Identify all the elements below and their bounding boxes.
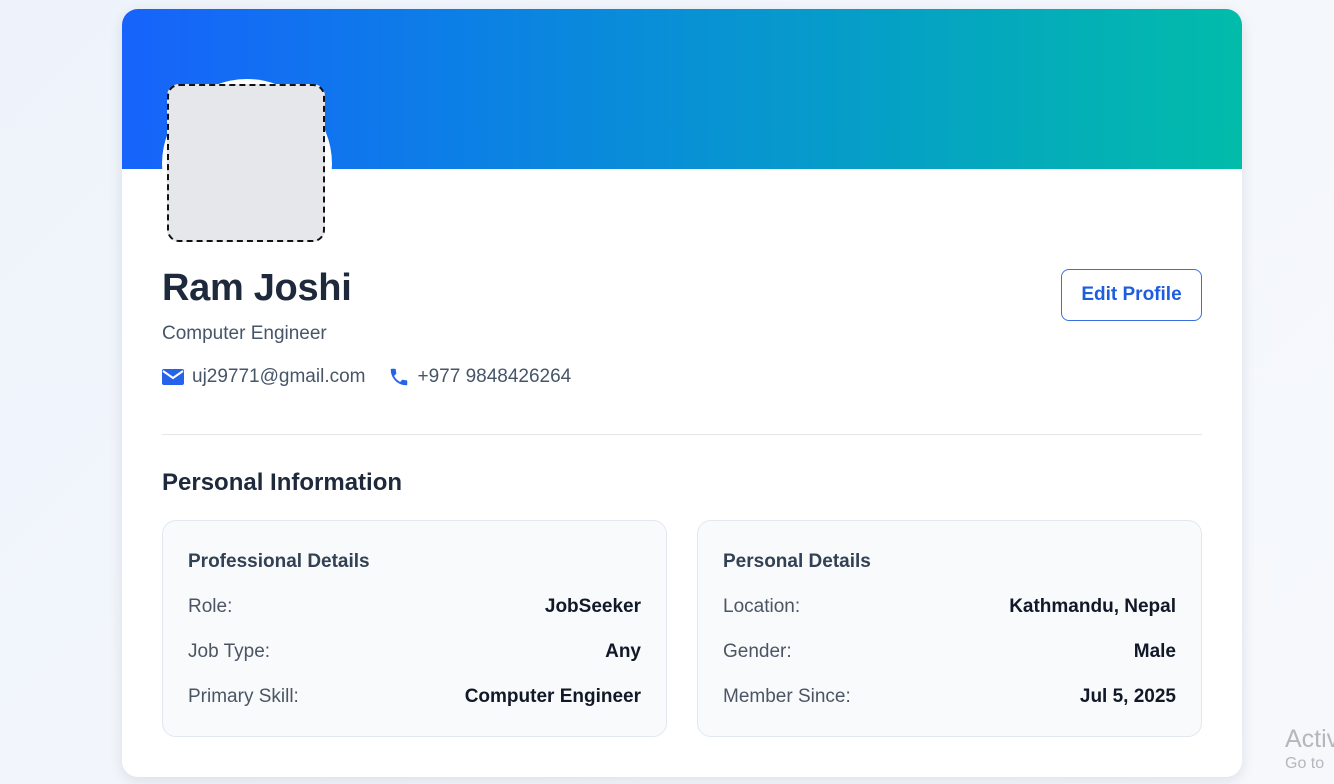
detail-row: Job Type: Any: [188, 641, 641, 663]
detail-value: Computer Engineer: [464, 686, 641, 707]
detail-value: Kathmandu, Nepal: [1009, 596, 1176, 617]
detail-label: Primary Skill:: [188, 686, 299, 707]
section-title: Personal Information: [162, 469, 403, 496]
profile-title: Computer Engineer: [162, 323, 327, 344]
mail-icon: [162, 369, 184, 385]
detail-row: Primary Skill: Computer Engineer: [188, 686, 641, 708]
detail-value: Any: [605, 641, 641, 662]
activation-watermark: Activ Go to: [1285, 724, 1334, 774]
phone-icon: [390, 368, 407, 386]
detail-value: JobSeeker: [544, 596, 641, 617]
phone-text: +977 9848426264: [417, 366, 572, 387]
watermark-line2: Go to: [1285, 755, 1325, 772]
watermark-line1: Activ: [1285, 725, 1334, 753]
edit-profile-button[interactable]: Edit Profile: [1061, 269, 1202, 321]
avatar[interactable]: [167, 84, 325, 242]
detail-row: Location: Kathmandu, Nepal: [723, 596, 1176, 618]
detail-label: Location:: [723, 596, 801, 617]
contact-email: uj29771@gmail.com: [162, 366, 366, 388]
profile-name: Ram Joshi: [162, 267, 352, 309]
contact-info: uj29771@gmail.com +977 9848426264: [162, 366, 593, 388]
detail-label: Gender:: [723, 641, 792, 662]
page: Ram Joshi Computer Engineer uj29771@gmai…: [0, 0, 1334, 784]
panel-title: Personal Details: [723, 551, 871, 572]
divider: [162, 434, 1202, 435]
detail-label: Member Since:: [723, 686, 851, 707]
personal-details-panel: Personal Details Location: Kathmandu, Ne…: [697, 520, 1202, 737]
detail-value: Male: [1133, 641, 1176, 662]
detail-row: Gender: Male: [723, 641, 1176, 663]
detail-row: Member Since: Jul 5, 2025: [723, 686, 1176, 708]
detail-row: Role: JobSeeker: [188, 596, 641, 618]
profile-card: Ram Joshi Computer Engineer uj29771@gmai…: [122, 9, 1242, 777]
professional-details-panel: Professional Details Role: JobSeeker Job…: [162, 520, 667, 737]
detail-label: Job Type:: [188, 641, 271, 662]
detail-label: Role:: [188, 596, 233, 617]
contact-phone: +977 9848426264: [388, 366, 572, 388]
email-text: uj29771@gmail.com: [192, 366, 366, 387]
detail-value: Jul 5, 2025: [1079, 686, 1176, 707]
panel-title: Professional Details: [188, 551, 370, 572]
